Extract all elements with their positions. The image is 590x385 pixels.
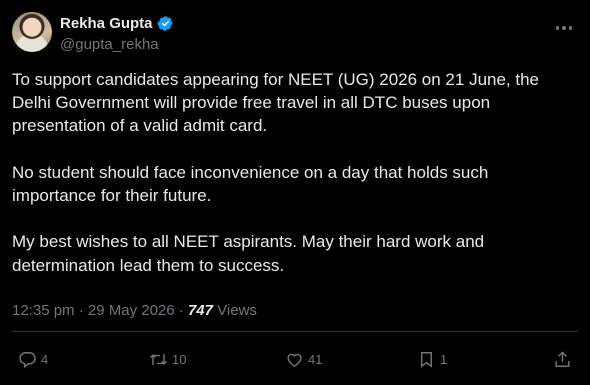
repost-icon: [150, 353, 167, 365]
display-name-row: Rekha Gupta: [60, 13, 174, 33]
divider: [12, 331, 578, 332]
like-count: 41: [308, 351, 323, 367]
tweet-date[interactable]: 29 May 2026: [88, 302, 175, 319]
author-info: Rekha Gupta @gupta_rekha: [60, 13, 174, 55]
views-count[interactable]: 747: [188, 302, 213, 319]
heart-icon: [287, 353, 302, 367]
repost-button[interactable]: 10: [149, 345, 186, 373]
bookmark-icon: [421, 351, 432, 368]
meta-separator: ·: [178, 302, 184, 319]
avatar[interactable]: [12, 12, 52, 52]
tweet-card: Rekha Gupta @gupta_rekha To support cand…: [0, 0, 590, 385]
tweet-header: Rekha Gupta @gupta_rekha: [12, 12, 578, 56]
action-bar: 4 10 41 1: [12, 345, 578, 373]
more-options-icon[interactable]: [552, 18, 576, 38]
reply-icon: [19, 351, 36, 368]
tweet-text: To support candidates appearing for NEET…: [12, 68, 572, 277]
tweet-paragraph: To support candidates appearing for NEET…: [12, 70, 540, 136]
dot: [568, 26, 573, 30]
display-name[interactable]: Rekha Gupta: [60, 15, 153, 32]
repost-count: 10: [172, 351, 187, 367]
dot: [555, 26, 560, 30]
tweet-paragraph: No student should face inconvenience on …: [12, 162, 489, 205]
tweet-metadata: 12:35 pm · 29 May 2026 · 747 Views: [12, 301, 257, 321]
tweet-time[interactable]: 12:35 pm: [12, 302, 75, 319]
share-button[interactable]: [553, 345, 572, 373]
user-handle[interactable]: @gupta_rekha: [60, 35, 174, 55]
verified-badge-icon: [157, 15, 173, 31]
dot: [562, 26, 566, 30]
bookmark-button[interactable]: 1: [417, 345, 447, 373]
tweet-paragraph: My best wishes to all NEET aspirants. Ma…: [12, 232, 485, 275]
reply-button[interactable]: 4: [18, 345, 48, 373]
bookmark-count: 1: [440, 351, 448, 367]
meta-separator: ·: [78, 302, 84, 319]
reply-count: 4: [41, 351, 49, 367]
share-icon: [555, 350, 570, 367]
like-button[interactable]: 41: [285, 345, 322, 373]
views-label: Views: [217, 302, 257, 319]
